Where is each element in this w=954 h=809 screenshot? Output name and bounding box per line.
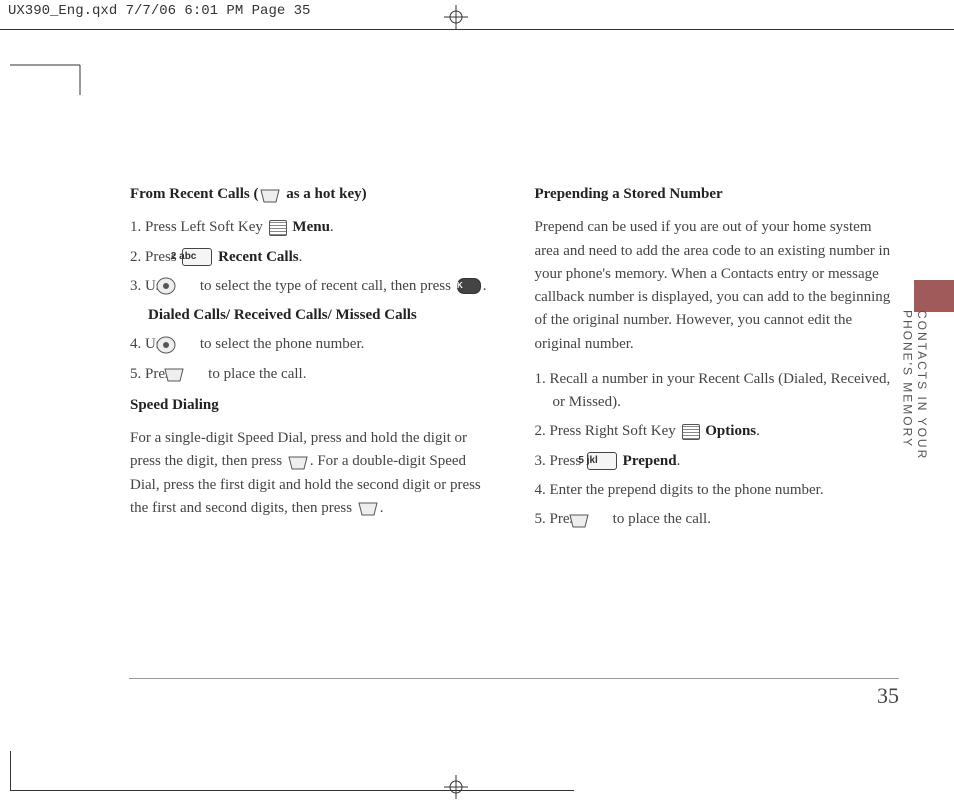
- right-column: Prepending a Stored Number Prepend can b…: [535, 175, 900, 537]
- speed-dial-paragraph: For a single-digit Speed Dial, press and…: [130, 427, 495, 520]
- r-step-3: 3. Press 5 jkl Prepend.: [535, 450, 900, 473]
- send-key-icon: [288, 455, 308, 469]
- send-key-icon: [182, 367, 202, 381]
- r-step-1: 1. Recall a number in your Recent Calls …: [535, 368, 900, 415]
- section-label-line2: PHONE'S MEMORY: [901, 310, 915, 448]
- r-step-2: 2. Press Right Soft Key Options.: [535, 420, 900, 443]
- registration-mark-icon: [444, 775, 468, 799]
- nav-key-icon: [174, 336, 194, 354]
- nav-key-icon: [174, 277, 194, 295]
- step-2: 2. Press 2 abc Recent Calls.: [130, 246, 495, 269]
- step-5: 5. Press to place the call.: [130, 363, 495, 386]
- heading-prepending: Prepending a Stored Number: [535, 183, 900, 206]
- page-number: 35: [129, 678, 899, 709]
- step-3: 3. Use to select the type of recent call…: [130, 275, 495, 298]
- bottom-crop-corner-icon: [10, 751, 11, 791]
- send-key-icon: [260, 188, 280, 202]
- page-content: From Recent Calls ( as a hot key) 1. Pre…: [130, 175, 899, 749]
- registration-mark-icon: [444, 5, 468, 29]
- bottom-crop-line-icon: [10, 790, 574, 791]
- crop-info-header: UX390_Eng.qxd 7/7/06 6:01 PM Page 35: [0, 0, 954, 30]
- send-key-icon: [358, 501, 378, 515]
- send-key-icon: [587, 513, 607, 527]
- r-step-5: 5. Press to place the call.: [535, 508, 900, 531]
- left-column: From Recent Calls ( as a hot key) 1. Pre…: [130, 175, 495, 537]
- heading-speed-dialing: Speed Dialing: [130, 394, 495, 417]
- call-types: Dialed Calls/ Received Calls/ Missed Cal…: [148, 304, 495, 327]
- r-step-4: 4. Enter the prepend digits to the phone…: [535, 479, 900, 502]
- crop-info-text: UX390_Eng.qxd 7/7/06 6:01 PM Page 35: [8, 3, 310, 19]
- ok-key-icon: OK: [457, 278, 481, 294]
- key-2-icon: 2 abc: [182, 248, 212, 266]
- heading-recent-calls: From Recent Calls ( as a hot key): [130, 183, 495, 206]
- right-soft-key-icon: [682, 424, 700, 440]
- section-tab: [914, 280, 954, 312]
- step-4: 4. Use to select the phone number.: [130, 333, 495, 356]
- key-5-icon: 5 jkl: [587, 452, 617, 470]
- left-soft-key-icon: [269, 220, 287, 236]
- prepend-paragraph: Prepend can be used if you are out of yo…: [535, 216, 900, 356]
- section-label: CONTACTS IN YOUR PHONE'S MEMORY: [915, 310, 929, 470]
- crop-corner-icon: [10, 55, 90, 95]
- step-1: 1. Press Left Soft Key Menu.: [130, 216, 495, 239]
- section-label-line1: CONTACTS IN YOUR: [915, 310, 929, 460]
